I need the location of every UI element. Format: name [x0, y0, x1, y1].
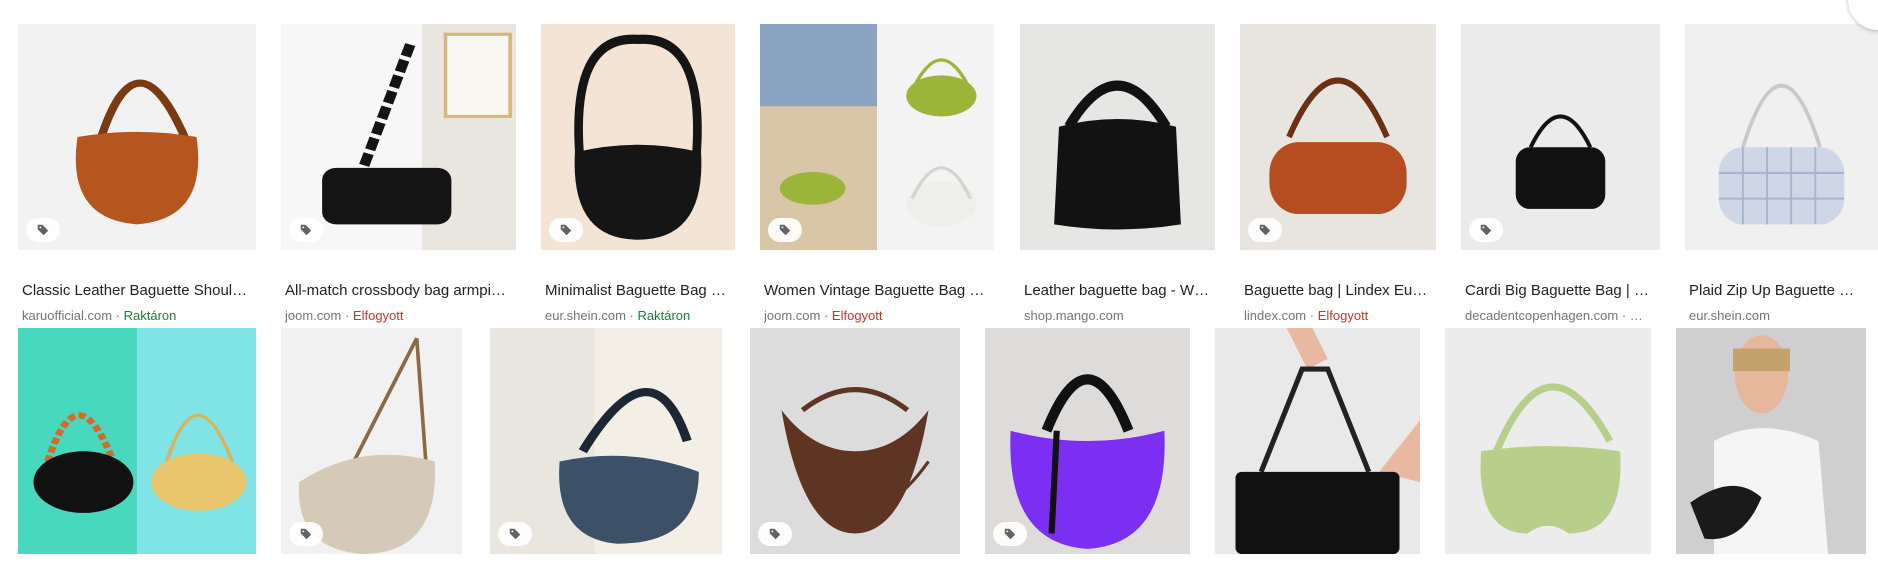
- source-domain: joom.com: [285, 308, 342, 323]
- result-title[interactable]: Minimalist Baguette Bag …: [545, 282, 735, 299]
- result-card[interactable]: Women Vintage Baguette Bag … joom.com · E…: [760, 24, 994, 334]
- result-source[interactable]: joom.com · Elfogyott: [285, 308, 516, 323]
- result-card[interactable]: Leather baguette bag - W… shop.mango.com: [1020, 24, 1215, 334]
- result-card[interactable]: [490, 328, 722, 554]
- price-tag-icon: [549, 218, 583, 242]
- price-tag-icon: [289, 522, 323, 546]
- price-tag-icon: [498, 522, 532, 546]
- source-domain: eur.shein.com: [545, 308, 626, 323]
- source-domain: karuofficial.com: [22, 308, 113, 323]
- result-thumbnail[interactable]: [1685, 24, 1878, 250]
- stock-status: Raktáron: [123, 308, 177, 323]
- source-domain: shop.mango.com: [1024, 308, 1124, 323]
- result-card[interactable]: [750, 328, 960, 554]
- source-domain: lindex.com: [1244, 308, 1307, 323]
- result-card[interactable]: Classic Leather Baguette Shoul… karuoffic…: [18, 24, 256, 334]
- result-thumbnail[interactable]: [281, 328, 462, 554]
- result-card[interactable]: [18, 328, 256, 554]
- result-card[interactable]: [1445, 328, 1651, 554]
- result-card[interactable]: Cardi Big Baguette Bag | … decadentcopenh…: [1461, 24, 1660, 334]
- price-tag-icon: [26, 218, 60, 242]
- stock-status: Elfogyott: [831, 308, 883, 323]
- result-card[interactable]: Plaid Zip Up Baguette … eur.shein.com: [1685, 24, 1878, 334]
- result-thumbnail[interactable]: [490, 328, 722, 554]
- result-card[interactable]: Minimalist Baguette Bag … eur.shein.com ·…: [541, 24, 735, 334]
- result-thumbnail[interactable]: [18, 24, 256, 250]
- result-source[interactable]: decadentcopenhagen.com · …: [1465, 308, 1660, 323]
- price-tag-icon: [289, 218, 323, 242]
- result-title[interactable]: Plaid Zip Up Baguette …: [1689, 282, 1878, 299]
- result-card[interactable]: All-match crossbody bag armpi… joom.com ·…: [281, 24, 516, 334]
- result-thumbnail[interactable]: [1445, 328, 1651, 554]
- result-source[interactable]: karuofficial.com · Raktáron: [22, 308, 256, 323]
- stock-status: Elfogyott: [352, 308, 404, 323]
- price-tag-icon: [758, 522, 792, 546]
- result-title[interactable]: Women Vintage Baguette Bag …: [764, 282, 994, 299]
- result-card[interactable]: Baguette bag | Lindex Eu… lindex.com · El…: [1240, 24, 1436, 334]
- result-title[interactable]: Classic Leather Baguette Shoul…: [22, 282, 256, 299]
- result-source[interactable]: eur.shein.com: [1689, 308, 1878, 323]
- result-thumbnail[interactable]: [1676, 328, 1866, 554]
- result-card[interactable]: [1215, 328, 1420, 554]
- result-title[interactable]: Baguette bag | Lindex Eu…: [1244, 282, 1436, 299]
- result-title[interactable]: Cardi Big Baguette Bag | …: [1465, 282, 1660, 299]
- price-tag-icon: [1469, 218, 1503, 242]
- source-domain: decadentcopenhagen.com · …: [1465, 308, 1643, 323]
- source-domain: eur.shein.com: [1689, 308, 1770, 323]
- result-card[interactable]: [985, 328, 1190, 554]
- result-thumbnail[interactable]: [750, 328, 960, 554]
- result-source[interactable]: eur.shein.com · Raktáron: [545, 308, 735, 323]
- source-domain: joom.com: [764, 308, 821, 323]
- price-tag-icon: [768, 218, 802, 242]
- result-source[interactable]: shop.mango.com: [1024, 308, 1215, 323]
- result-source[interactable]: lindex.com · Elfogyott: [1244, 308, 1436, 323]
- stock-status: Elfogyott: [1317, 308, 1369, 323]
- result-thumbnail[interactable]: [1240, 24, 1436, 250]
- result-thumbnail[interactable]: [1020, 24, 1215, 250]
- result-title[interactable]: All-match crossbody bag armpi…: [285, 282, 516, 299]
- stock-status: Raktáron: [637, 308, 691, 323]
- result-thumbnail[interactable]: [18, 328, 256, 554]
- price-tag-icon: [1248, 218, 1282, 242]
- result-title[interactable]: Leather baguette bag - W…: [1024, 282, 1215, 299]
- result-thumbnail[interactable]: [1215, 328, 1420, 554]
- price-tag-icon: [993, 522, 1027, 546]
- result-thumbnail[interactable]: [541, 24, 735, 250]
- result-thumbnail[interactable]: [985, 328, 1190, 554]
- result-thumbnail[interactable]: [281, 24, 516, 250]
- result-card[interactable]: [1676, 328, 1866, 554]
- result-thumbnail[interactable]: [760, 24, 994, 250]
- result-source[interactable]: joom.com · Elfogyott: [764, 308, 994, 323]
- result-card[interactable]: [281, 328, 462, 554]
- result-thumbnail[interactable]: [1461, 24, 1660, 250]
